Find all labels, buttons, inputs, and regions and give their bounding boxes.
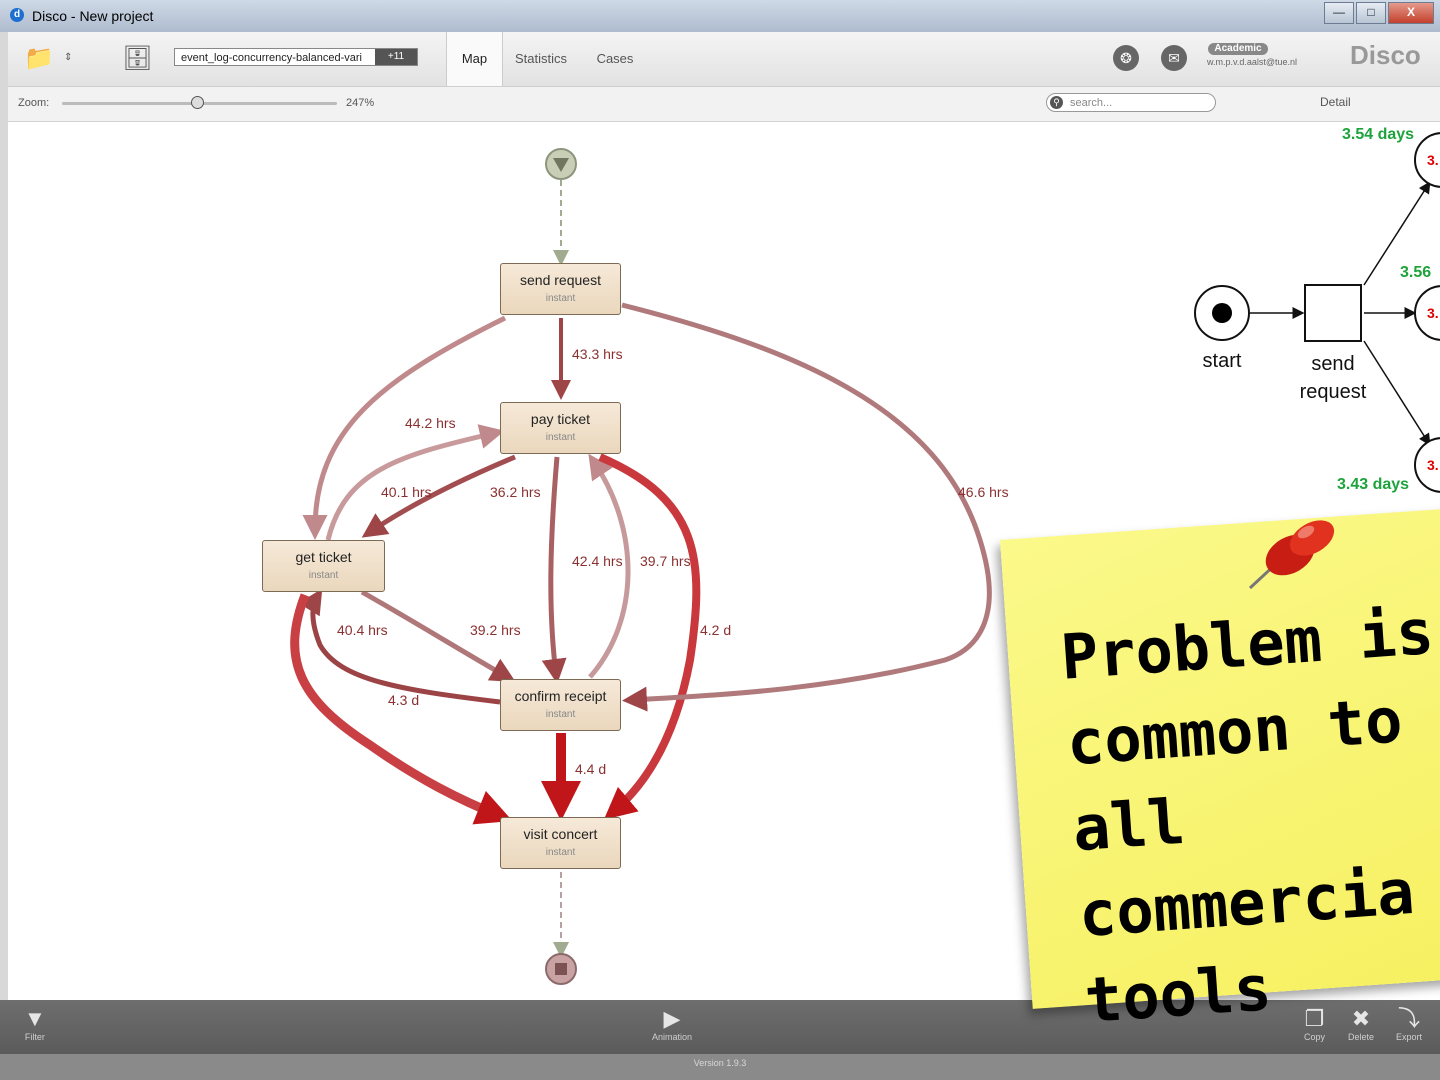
activity-send-request[interactable]: send request instant [500,263,621,315]
delete-label: Delete [1348,1032,1375,1042]
activity-get-ticket[interactable]: get ticket instant [262,540,385,592]
petri-send-label: send request [1299,353,1367,403]
activity-name: confirm receipt [514,688,607,704]
activity-duration: instant [545,432,576,443]
activity-duration: instant [545,293,576,304]
copy-label: Copy [1304,1032,1326,1042]
edge-label: 43.3 hrs [572,346,623,362]
edge-label: 39.7 hrs [640,553,691,569]
animation-label: Animation [652,1032,693,1042]
edge-confirm-pay [588,453,631,679]
petri-start-label: start [1202,350,1242,372]
edge-label: 40.4 hrs [337,622,388,638]
filter-label: Filter [24,1032,45,1042]
filter-icon: ▼ [24,1006,46,1031]
petri-token [1212,303,1232,323]
edge-label: 36.2 hrs [490,484,541,500]
edge-label: 44.2 hrs [405,415,456,431]
edge-send-confirm [621,302,992,712]
sticky-note-text: Problem is common to all commercia tools [1058,594,1436,1037]
version-label: Version 1.9.3 [693,1058,747,1068]
edge-label: 4.3 d [388,692,420,708]
activity-name: get ticket [295,549,352,565]
edge-label: 4.2 d [700,622,732,638]
edge-pay-confirm [541,456,567,684]
activity-pay-ticket[interactable]: pay ticket instant [500,402,621,454]
petri-value-bottom: 3. [1427,457,1439,473]
petri-send-transition [1304,284,1362,342]
status-bar: Version 1.9.3 [0,1054,1440,1080]
export-label: Export [1396,1032,1423,1042]
pushpin-icon [1248,520,1335,590]
edge-label: 46.6 hrs [958,484,1009,500]
petri-value-top: 3. [1427,152,1439,168]
activity-name: pay ticket [530,411,591,427]
activity-name: send request [520,272,601,288]
filter-button[interactable]: ▼ Filter [24,1006,46,1042]
activity-name: visit concert [523,826,598,842]
activity-duration: instant [545,709,576,720]
activity-duration: instant [545,847,576,858]
activity-duration: instant [308,570,339,581]
edge-label: 4.4 d [575,761,607,777]
edge-confirm-get [298,588,501,705]
edge-label: 40.1 hrs [381,484,432,500]
edge-label: 42.4 hrs [572,553,623,569]
edge-label: 39.2 hrs [470,622,521,638]
play-icon: ▶ [663,1006,681,1031]
end-square-icon [555,963,567,975]
petri-time-bottom: 3.43 days [1337,476,1410,493]
petri-value-mid: 3. [1427,305,1439,321]
petri-time-top: 3.54 days [1342,126,1415,143]
activity-visit-concert[interactable]: visit concert instant [500,817,621,869]
animation-button[interactable]: ▶ Animation [652,1006,692,1042]
petri-time-mid: 3.56 [1400,264,1432,281]
activity-confirm-receipt[interactable]: confirm receipt instant [500,679,621,731]
